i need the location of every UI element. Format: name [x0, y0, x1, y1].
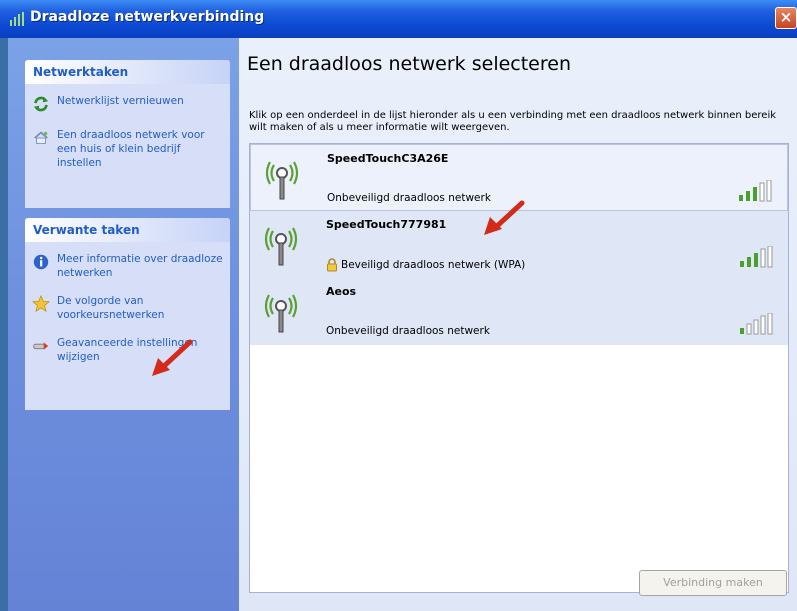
info-icon: [31, 252, 51, 272]
close-icon: ×: [779, 8, 793, 26]
related-tasks-body: Meer informatie over draadloze netwerken…: [25, 242, 230, 376]
task-setup-home-network[interactable]: Een draadloos netwerk voor een huis of k…: [31, 128, 224, 170]
connect-button[interactable]: Verbinding maken: [639, 570, 787, 596]
network-status: Beveiligd draadloos netwerk (WPA): [326, 258, 525, 272]
network-item[interactable]: Aeos Onbeveiligd draadloos netwerk: [250, 278, 788, 345]
page-title: Een draadloos netwerk selecteren: [247, 53, 571, 75]
task-more-info[interactable]: Meer informatie over draadloze netwerken: [31, 252, 224, 280]
task-network-order[interactable]: De volgorde van voorkeursnetwerken: [31, 294, 224, 322]
related-tasks-header[interactable]: Verwante taken: [25, 218, 230, 242]
refresh-icon: [31, 94, 51, 114]
network-name: SpeedTouch777981: [326, 218, 447, 231]
network-status: Onbeveiligd draadloos netwerk: [327, 192, 491, 204]
instructions-text: Klik op een onderdeel in de lijst hieron…: [249, 110, 777, 133]
task-advanced-settings[interactable]: Geavanceerde instellingen wijzigen: [31, 336, 224, 364]
network-tasks-group: Netwerktaken Netwerklijst vernieuwen Een…: [25, 60, 230, 208]
task-label: Netwerklijst vernieuwen: [57, 95, 184, 107]
signal-strength-icon: [740, 313, 773, 335]
network-name: Aeos: [326, 285, 357, 298]
home-network-icon: [31, 128, 51, 148]
network-status-text: Beveiligd draadloos netwerk (WPA): [341, 259, 526, 271]
wireless-antenna-icon: [264, 294, 298, 333]
window-title: Draadloze netwerkverbinding: [30, 9, 265, 25]
settings-icon: [31, 336, 51, 356]
wireless-antenna-icon: [265, 161, 299, 200]
main-content: Een draadloos netwerk selecteren Klik op…: [239, 38, 797, 611]
network-list[interactable]: SpeedTouchC3A26E Onbeveiligd draadloos n…: [249, 143, 789, 593]
red-arrow-annotation: [484, 200, 525, 235]
network-item[interactable]: SpeedTouch777981 Beveiligd draadloos net…: [250, 200, 788, 278]
task-label: De volgorde van voorkeursnetwerken: [57, 295, 165, 321]
signal-strength-icon: [739, 180, 772, 202]
network-name: SpeedTouchC3A26E: [327, 152, 449, 165]
wireless-connection-window: Draadloze netwerkverbinding × Netwerktak…: [0, 0, 797, 611]
network-tasks-header[interactable]: Netwerktaken: [25, 60, 230, 84]
close-button[interactable]: ×: [775, 7, 797, 29]
wireless-network-icon: [10, 12, 24, 26]
signal-strength-icon: [740, 246, 773, 268]
task-label: Een draadloos netwerk voor een huis of k…: [57, 129, 205, 169]
red-arrow-annotation: [152, 339, 193, 376]
related-tasks-group: Verwante taken Meer informatie over draa…: [25, 218, 230, 410]
network-status-text: Onbeveiligd draadloos netwerk: [326, 325, 490, 337]
lock-icon: [327, 258, 337, 272]
network-status: Onbeveiligd draadloos netwerk: [326, 325, 490, 337]
task-label: Geavanceerde instellingen wijzigen: [57, 337, 198, 363]
network-tasks-body: Netwerklijst vernieuwen Een draadloos ne…: [25, 84, 230, 182]
star-icon: [31, 294, 51, 314]
network-status-text: Onbeveiligd draadloos netwerk: [327, 192, 491, 204]
wireless-antenna-icon: [264, 227, 298, 266]
task-label: Meer informatie over draadloze netwerken: [57, 253, 223, 279]
task-pane: Netwerktaken Netwerklijst vernieuwen Een…: [8, 38, 239, 611]
title-bar[interactable]: Draadloze netwerkverbinding ×: [0, 0, 797, 38]
task-refresh-network-list[interactable]: Netwerklijst vernieuwen: [31, 94, 224, 114]
